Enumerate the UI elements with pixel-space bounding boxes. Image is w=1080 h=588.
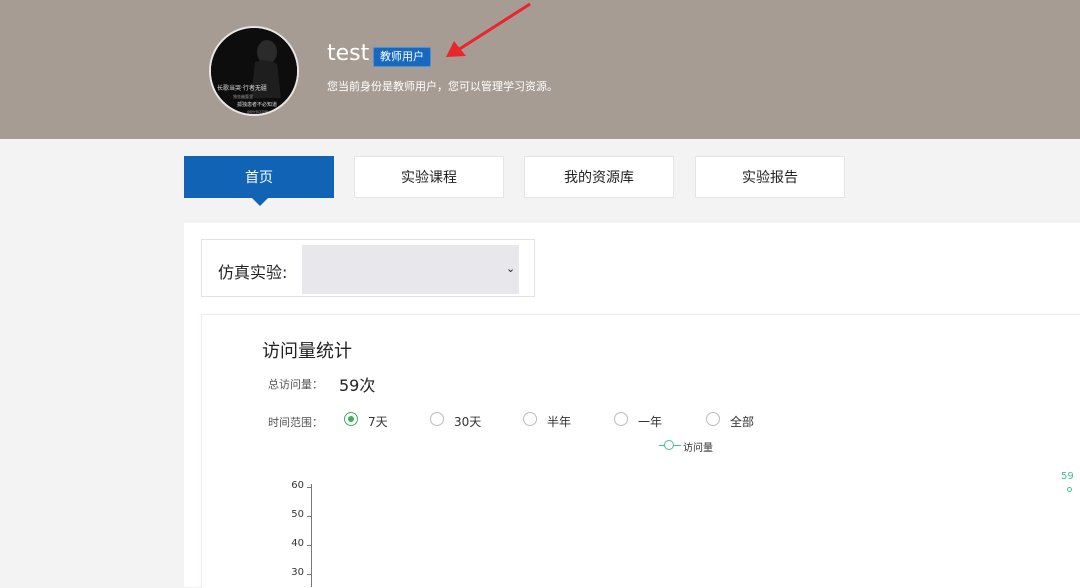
simulation-label: 仿真实验: [218, 263, 288, 282]
y-tick-label-40: 40 [291, 538, 304, 549]
y-tick-label-60: 60 [291, 480, 304, 491]
tab-experiment-reports[interactable]: 实验报告 [695, 156, 845, 198]
time-range-label: 时间范围： [268, 416, 323, 429]
y-tick [307, 545, 312, 546]
radio-7-days[interactable] [344, 412, 358, 426]
legend-marker-icon [664, 440, 674, 450]
y-tick [307, 574, 312, 575]
annotation-arrow [446, 2, 531, 57]
tab-my-resources[interactable]: 我的资源库 [524, 156, 674, 198]
radio-one-year[interactable] [614, 412, 628, 426]
chevron-down-icon: ⌄ [506, 262, 516, 275]
radio-half-year[interactable] [523, 412, 537, 426]
radio-all[interactable] [706, 412, 720, 426]
y-tick [307, 516, 312, 517]
tab-experiment-courses[interactable]: 实验课程 [354, 156, 504, 198]
y-tick [307, 487, 312, 488]
radio-30-days[interactable] [430, 412, 444, 426]
stats-title: 访问量统计 [262, 341, 352, 362]
data-point [1067, 487, 1072, 492]
simulation-select[interactable] [302, 245, 519, 294]
total-visits-label: 总访问量： [268, 378, 323, 391]
total-visits-value: 59次 [339, 376, 376, 395]
y-tick-label-30: 30 [291, 567, 304, 578]
radio-half-year-label[interactable]: 半年 [547, 413, 571, 430]
radio-one-year-label[interactable]: 一年 [638, 413, 662, 430]
y-tick-label-50: 50 [291, 509, 304, 520]
y-axis [311, 484, 312, 587]
radio-7-days-label[interactable]: 7天 [368, 413, 388, 430]
data-point-label: 59 [1061, 471, 1074, 482]
radio-30-days-label[interactable]: 30天 [454, 413, 481, 430]
active-tab-indicator [252, 198, 268, 206]
legend-series-name: 访问量 [683, 443, 713, 454]
radio-all-label[interactable]: 全部 [730, 413, 754, 430]
tab-home[interactable]: 首页 [184, 156, 334, 198]
